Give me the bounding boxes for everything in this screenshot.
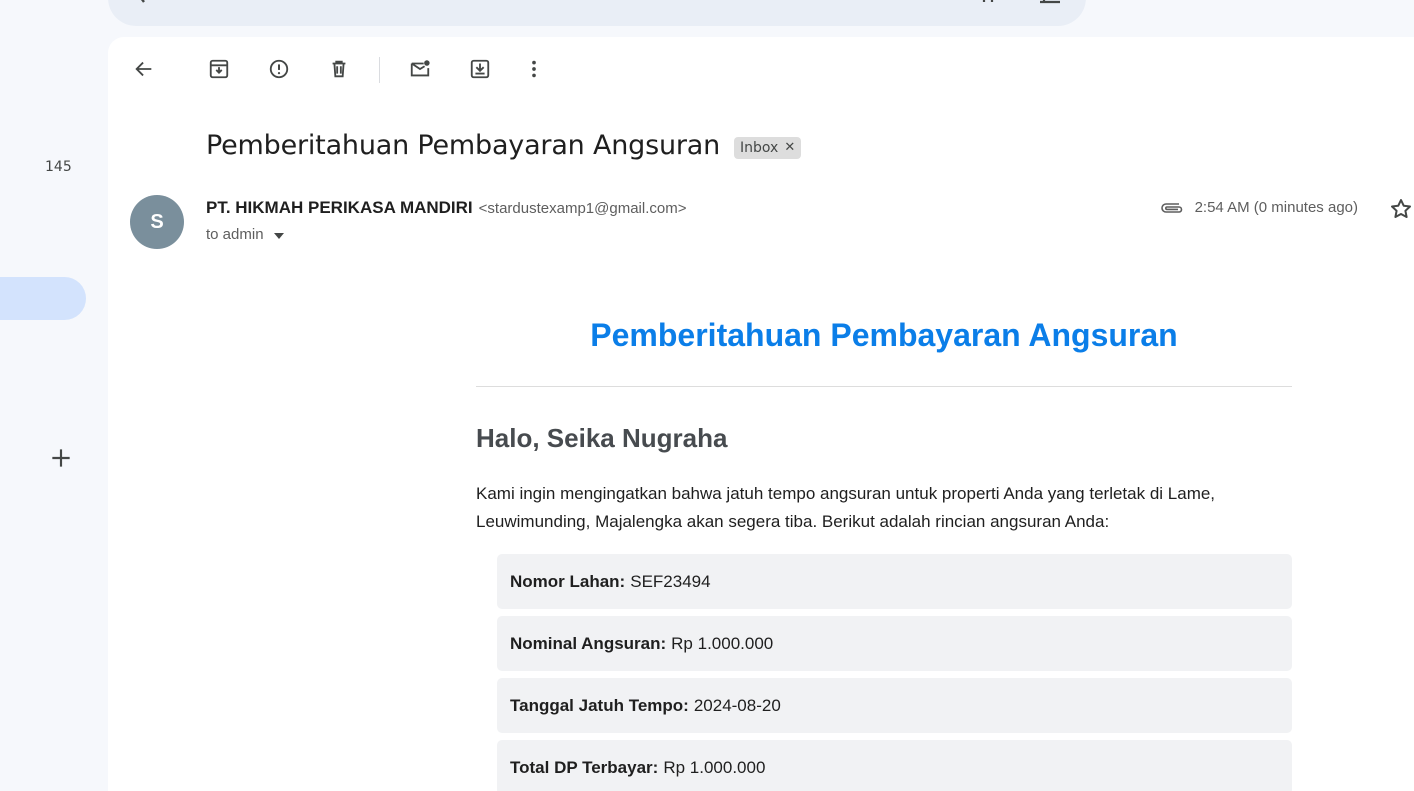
rail-active-item[interactable] — [0, 277, 86, 320]
report-spam-button[interactable] — [267, 57, 291, 81]
detail-value: 2024-08-20 — [693, 695, 781, 715]
move-to-icon — [470, 59, 490, 79]
star-icon[interactable] — [1389, 197, 1413, 221]
detail-row-tanggal-jatuh-tempo: Tanggal Jatuh Tempo: 2024-08-20 — [497, 678, 1292, 733]
sender-email: <stardustexamp1@gmail.com> — [478, 200, 687, 217]
recipient-line[interactable]: to admin — [206, 226, 284, 243]
detail-row-total-dp-terbayar: Total DP Terbayar: Rp 1.000.000 — [497, 740, 1292, 791]
email-greeting: Halo, Seika Nugraha — [476, 423, 728, 453]
detail-label: Nomor Lahan: — [510, 571, 626, 591]
remove-label-icon[interactable]: ✕ — [784, 140, 795, 155]
detail-label: Tanggal Jatuh Tempo: — [510, 695, 689, 715]
body-divider — [476, 386, 1292, 387]
sender-name[interactable]: PT. HIKMAH PERIKASA MANDIRI — [206, 198, 473, 218]
message-toolbar — [108, 37, 1414, 101]
installment-details: Nomor Lahan: SEF23494 Nominal Angsuran: … — [497, 554, 1292, 791]
detail-value: Rp 1.000.000 — [671, 633, 774, 653]
message-timestamp: 2:54 AM (0 minutes ago) — [1194, 199, 1358, 216]
add-label-icon[interactable] — [48, 445, 74, 471]
search-icon[interactable] — [134, 0, 158, 4]
search-options-icon[interactable] — [980, 0, 1004, 4]
delete-icon — [332, 60, 346, 78]
email-subject: Pemberitahuan Pembayaran Angsuran — [206, 130, 721, 161]
rail-unread-count: 145 — [45, 159, 72, 175]
report-spam-icon — [269, 59, 289, 79]
archive-icon — [209, 59, 229, 79]
detail-label: Total DP Terbayar: — [510, 757, 659, 777]
email-body: Pemberitahuan Pembayaran Angsuran Halo, … — [476, 287, 1292, 791]
email-intro-paragraph: Kami ingin mengingatkan bahwa jatuh temp… — [476, 484, 1216, 531]
sender-avatar[interactable]: S — [130, 195, 184, 249]
move-to-button[interactable] — [468, 57, 492, 81]
subject-row: Pemberitahuan Pembayaran Angsuran Inbox … — [206, 130, 802, 161]
inbox-label-chip[interactable]: Inbox ✕ — [734, 136, 802, 159]
mark-unread-button[interactable] — [408, 57, 432, 81]
email-body-title: Pemberitahuan Pembayaran Angsuran — [590, 317, 1178, 353]
detail-row-nominal-angsuran: Nominal Angsuran: Rp 1.000.000 — [497, 616, 1292, 671]
back-button[interactable] — [132, 57, 156, 81]
toolbar-divider — [379, 57, 380, 83]
message-panel: Pemberitahuan Pembayaran Angsuran Inbox … — [108, 37, 1414, 791]
inbox-label-text: Inbox — [740, 139, 779, 156]
filter-icon[interactable] — [1038, 0, 1062, 4]
detail-row-nomor-lahan: Nomor Lahan: SEF23494 — [497, 554, 1292, 609]
more-options-icon — [532, 60, 536, 78]
recipient-details-dropdown-icon[interactable] — [273, 232, 284, 239]
detail-value: Rp 1.000.000 — [663, 757, 766, 777]
message-meta: 2:54 AM (0 minutes ago) — [1159, 199, 1358, 216]
back-arrow-icon — [135, 61, 152, 77]
left-rail: 145 — [0, 0, 108, 791]
attachment-icon — [1160, 202, 1182, 213]
sender-line: PT. HIKMAH PERIKASA MANDIRI <stardustexa… — [206, 198, 686, 218]
recipient-text: to admin — [206, 226, 264, 243]
archive-button[interactable] — [207, 57, 231, 81]
detail-label: Nominal Angsuran: — [510, 633, 667, 653]
detail-value: SEF23494 — [630, 571, 711, 591]
more-options-button[interactable] — [522, 57, 546, 81]
mark-unread-icon — [410, 60, 430, 77]
search-bar[interactable] — [108, 0, 1086, 26]
delete-button[interactable] — [327, 57, 351, 81]
